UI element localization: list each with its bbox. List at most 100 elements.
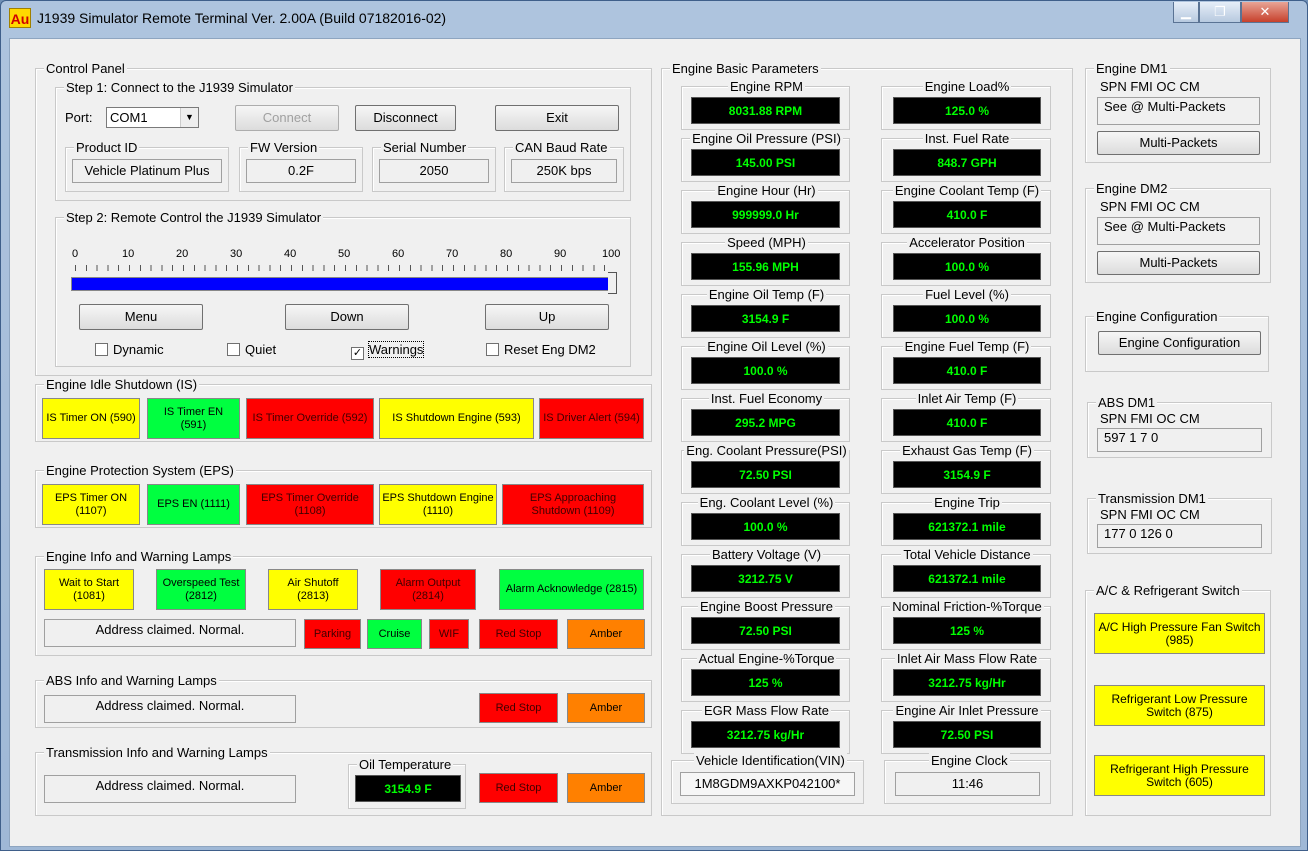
slider-fill <box>72 278 608 290</box>
parameter-value-display: 621372.1 mile <box>893 513 1041 540</box>
reset-dm2-checkbox[interactable]: Reset Eng DM2 <box>486 342 596 358</box>
cruise-lamp: Cruise <box>367 619 422 649</box>
parameter-group: Engine Fuel Temp (F) 410.0 F <box>881 339 1051 390</box>
parameter-value-display: 999999.0 Hr <box>691 201 840 228</box>
warnings-label: Warnings <box>367 341 425 358</box>
parameter-value-display: 125 % <box>893 617 1041 644</box>
connect-button[interactable]: Connect <box>235 105 339 131</box>
parameter-group: EGR Mass Flow Rate 3212.75 kg/Hr <box>681 703 850 754</box>
abs-info-group: ABS Info and Warning Lamps Address claim… <box>35 673 652 728</box>
parameter-value-display: 72.50 PSI <box>691 461 840 488</box>
oil-temperature-label: Oil Temperature <box>357 757 454 772</box>
step1-title: Step 1: Connect to the J1939 Simulator <box>64 80 295 95</box>
parameter-value-display: 410.0 F <box>893 201 1041 228</box>
parameter-value-display: 3154.9 F <box>893 461 1041 488</box>
parameter-value-display: 3212.75 kg/Hr <box>691 721 840 748</box>
parameter-label: Engine RPM <box>728 79 805 94</box>
parameter-group: Actual Engine-%Torque 125 % <box>681 651 850 702</box>
app-window: Au J1939 Simulator Remote Terminal Ver. … <box>0 0 1308 851</box>
abs-dm1-header: SPN FMI OC CM <box>1100 411 1200 426</box>
quiet-checkbox[interactable]: Quiet <box>227 342 276 358</box>
baud-rate-label: CAN Baud Rate <box>513 140 610 155</box>
baud-rate-group: CAN Baud Rate 250K bps <box>504 140 624 192</box>
fw-version-group: FW Version 0.2F <box>239 140 363 192</box>
parameter-group: Engine Oil Pressure (PSI) 145.00 PSI <box>681 131 850 182</box>
abs-dm1-group: ABS DM1 SPN FMI OC CM 597 1 7 0 <box>1087 395 1272 458</box>
serial-number-label: Serial Number <box>381 140 469 155</box>
title-bar[interactable]: Au J1939 Simulator Remote Terminal Ver. … <box>1 1 1307 35</box>
control-panel-title: Control Panel <box>44 61 127 76</box>
parameter-value-display: 8031.88 RPM <box>691 97 840 124</box>
transmission-dm1-group: Transmission DM1 SPN FMI OC CM 177 0 126… <box>1087 491 1272 554</box>
eps-shutdown-engine-lamp: EPS Shutdown Engine (1110) <box>379 484 497 525</box>
chevron-down-icon[interactable]: ▼ <box>180 108 198 127</box>
transmission-address-status: Address claimed. Normal. <box>44 775 296 803</box>
parameter-label: Eng. Coolant Level (%) <box>697 495 836 510</box>
slider-thumb[interactable] <box>608 272 617 294</box>
reset-dm2-checkbox-box[interactable] <box>486 343 499 356</box>
warnings-checkbox-box[interactable]: ✓ <box>351 347 364 360</box>
ac-refrigerant-title: A/C & Refrigerant Switch <box>1094 583 1242 598</box>
engine-configuration-group: Engine Configuration Engine Configuratio… <box>1085 309 1269 372</box>
engine-basic-parameters-group: Engine Basic Parameters Engine RPM 8031.8… <box>661 61 1073 816</box>
dynamic-checkbox[interactable]: Dynamic <box>95 342 164 358</box>
transmission-info-title: Transmission Info and Warning Lamps <box>44 745 270 760</box>
parameter-label: Actual Engine-%Torque <box>696 651 837 666</box>
parameter-value-display: 848.7 GPH <box>893 149 1041 176</box>
menu-button[interactable]: Menu <box>79 304 203 330</box>
engine-info-title: Engine Info and Warning Lamps <box>44 549 234 564</box>
ac-high-pressure-fan-lamp: A/C High Pressure Fan Switch (985) <box>1094 613 1265 654</box>
parameter-label: Engine Boost Pressure <box>698 599 835 614</box>
maximize-button[interactable]: ❐ <box>1199 2 1241 23</box>
engine-info-group: Engine Info and Warning Lamps Wait to St… <box>35 549 652 656</box>
parameter-label: Engine Trip <box>932 495 1002 510</box>
eps-timer-override-lamp: EPS Timer Override (1108) <box>246 484 374 525</box>
parameter-group: Battery Voltage (V) 3212.75 V <box>681 547 850 598</box>
vin-group: Vehicle Identification(VIN) 1M8GDM9AXKP0… <box>671 753 864 804</box>
parameter-group: Fuel Level (%) 100.0 % <box>881 287 1051 338</box>
abs-dm1-value: 597 1 7 0 <box>1097 428 1262 452</box>
parameter-value-display: 72.50 PSI <box>691 617 840 644</box>
parking-lamp: Parking <box>304 619 361 649</box>
dynamic-checkbox-box[interactable] <box>95 343 108 356</box>
alarm-output-lamp: Alarm Output (2814) <box>380 569 476 610</box>
minimize-button[interactable]: ▁ <box>1173 2 1199 23</box>
dm2-multi-packets-button[interactable]: Multi-Packets <box>1097 251 1260 275</box>
parameter-group: Total Vehicle Distance 621372.1 mile <box>881 547 1051 598</box>
port-select[interactable]: COM1 ▼ <box>106 107 199 128</box>
dm1-multi-packets-button[interactable]: Multi-Packets <box>1097 131 1260 155</box>
parameter-group: Engine Hour (Hr) 999999.0 Hr <box>681 183 850 234</box>
parameter-label: Engine Load% <box>922 79 1012 94</box>
eps-timer-on-lamp: EPS Timer ON (1107) <box>42 484 140 525</box>
parameter-value-display: 125 % <box>691 669 840 696</box>
slider-ticks: 0 10 20 30 40 50 60 70 80 90 100 <box>56 218 632 278</box>
parameter-label: Fuel Level (%) <box>923 287 1011 302</box>
parameter-value-display: 100.0 % <box>893 253 1041 280</box>
disconnect-button[interactable]: Disconnect <box>355 105 456 131</box>
parameter-group: Engine Oil Level (%) 100.0 % <box>681 339 850 390</box>
serial-number-group: Serial Number 2050 <box>372 140 496 192</box>
reset-dm2-label: Reset Eng DM2 <box>504 342 596 357</box>
warnings-checkbox[interactable]: ✓ Warnings <box>351 341 425 360</box>
product-id-group: Product ID Vehicle Platinum Plus <box>65 140 229 192</box>
parameter-value-display: 3212.75 kg/Hr <box>893 669 1041 696</box>
tick-label: 70 <box>446 248 459 260</box>
slider-track[interactable] <box>71 277 611 291</box>
close-button[interactable]: ✕ <box>1241 2 1289 23</box>
parameter-group: Speed (MPH) 155.96 MPH <box>681 235 850 286</box>
tick-label: 60 <box>392 248 405 260</box>
exit-button[interactable]: Exit <box>495 105 619 131</box>
control-panel-group: Control Panel Step 1: Connect to the J19… <box>35 61 652 376</box>
engine-basic-parameters-title: Engine Basic Parameters <box>670 61 821 76</box>
parameter-label: Engine Coolant Temp (F) <box>892 183 1042 198</box>
quiet-checkbox-box[interactable] <box>227 343 240 356</box>
down-button[interactable]: Down <box>285 304 409 330</box>
engine-configuration-button[interactable]: Engine Configuration <box>1098 331 1261 355</box>
parameter-group: Engine Coolant Temp (F) 410.0 F <box>881 183 1051 234</box>
abs-red-stop-lamp: Red Stop <box>479 693 558 723</box>
up-button[interactable]: Up <box>485 304 609 330</box>
client-area: Control Panel Step 1: Connect to the J19… <box>9 38 1301 847</box>
parameter-group: Inlet Air Mass Flow Rate 3212.75 kg/Hr <box>881 651 1051 702</box>
parameter-label: Eng. Coolant Pressure(PSI) <box>684 443 849 458</box>
parameter-label: Engine Air Inlet Pressure <box>893 703 1041 718</box>
